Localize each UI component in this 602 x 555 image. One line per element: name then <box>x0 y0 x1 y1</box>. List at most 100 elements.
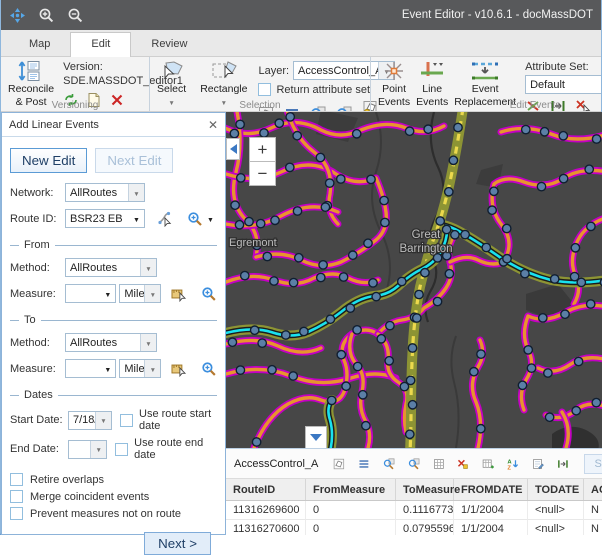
cell-todate[interactable]: <null> <box>528 501 584 520</box>
from-zoom-icon[interactable] <box>201 286 217 302</box>
table-pan-selected-icon[interactable] <box>408 456 420 472</box>
table-attributes-icon[interactable] <box>358 456 370 472</box>
chevron-down-icon[interactable] <box>140 259 156 276</box>
to-method-value: AllRoutes <box>66 337 140 349</box>
collapse-table-button[interactable] <box>305 426 327 448</box>
merge-coincident-events-label: Merge coincident events <box>30 491 149 503</box>
table-delete-selected-icon[interactable] <box>457 456 469 472</box>
cell-tomeasure[interactable]: 0.0795596 <box>396 520 454 535</box>
cell-routeid[interactable]: 11316269600 <box>226 501 306 520</box>
map-minor-road <box>451 336 458 448</box>
table-sort-icon[interactable]: A Z <box>507 456 519 472</box>
from-measure-on-map-icon[interactable] <box>171 286 187 302</box>
to-measure-combo[interactable] <box>65 359 116 378</box>
network-value: AllRoutes <box>66 187 128 199</box>
cell-ac[interactable]: N <box>584 520 602 535</box>
table-row[interactable]: 11316270600 0 0.0795596 1/1/2004 <null> … <box>226 520 602 535</box>
attribute-set-select[interactable]: Default <box>525 75 601 94</box>
select-label: Select <box>157 83 186 96</box>
next-button[interactable]: Next > <box>144 532 211 555</box>
table-row[interactable]: 11316269600 0 0.1116773 1/1/2004 <null> … <box>226 501 602 520</box>
return-attribute-set-checkbox[interactable] <box>258 83 271 96</box>
group-selection: Select Rectangle Layer: AccessControl_A <box>149 57 370 111</box>
from-method-select[interactable]: AllRoutes <box>65 258 157 277</box>
to-method-select[interactable]: AllRoutes <box>65 333 157 352</box>
column-header[interactable]: FROMDATE <box>454 479 528 500</box>
map-view[interactable]: Egremont Great Barrington + − <box>226 112 602 448</box>
close-icon[interactable]: ✕ <box>208 118 218 132</box>
chevron-down-icon[interactable] <box>144 285 160 302</box>
chevron-down-icon[interactable] <box>90 441 106 458</box>
cell-todate[interactable]: <null> <box>528 520 584 535</box>
retire-overlaps-checkbox[interactable] <box>10 473 23 486</box>
start-date-field[interactable]: 7/18/ <box>68 411 112 430</box>
collapse-panel-button[interactable] <box>226 138 240 160</box>
pan-icon[interactable] <box>9 7 26 24</box>
ribbon: Reconcile & Post Version: SDE.MASSDOT_ed… <box>1 57 601 112</box>
layer-label: Layer: <box>258 65 289 77</box>
table-toolbar: AccessControl_A A Z <box>226 449 602 479</box>
cell-routeid[interactable]: 11316270600 <box>226 520 306 535</box>
cell-fromdate[interactable]: 1/1/2004 <box>454 501 528 520</box>
chevron-down-icon[interactable] <box>129 210 144 227</box>
to-zoom-icon[interactable] <box>201 361 217 377</box>
chevron-down-icon[interactable] <box>144 360 160 377</box>
zoom-route-button[interactable] <box>187 211 214 227</box>
chevron-down-icon[interactable] <box>128 184 144 201</box>
to-measure-on-map-icon[interactable] <box>171 361 187 377</box>
table-add-row-icon[interactable] <box>482 456 494 472</box>
cell-frommeasure[interactable]: 0 <box>306 520 396 535</box>
cell-tomeasure[interactable]: 0.1116773 <box>396 501 454 520</box>
end-date-field[interactable] <box>68 440 107 459</box>
new-edit-button[interactable]: New Edit <box>10 148 87 173</box>
column-header[interactable]: AC <box>584 479 602 500</box>
column-header[interactable]: RouteID <box>226 479 306 500</box>
tab-edit[interactable]: Edit <box>70 32 131 57</box>
map-zoom-out-button[interactable]: − <box>249 161 276 186</box>
from-units-value: Miles <box>120 288 144 300</box>
column-header[interactable]: TODATE <box>528 479 584 500</box>
cell-fromdate[interactable]: 1/1/2004 <box>454 520 528 535</box>
chevron-down-icon <box>310 434 322 441</box>
chevron-down-icon[interactable] <box>140 334 156 351</box>
from-units-select[interactable]: Miles <box>119 284 161 303</box>
event-replacement-icon <box>470 60 500 82</box>
map-zoom-in-button[interactable]: + <box>249 137 276 162</box>
tab-review[interactable]: Review <box>131 33 207 56</box>
group-edit-events: Point Events Line Events Event Replaceme… <box>370 57 601 111</box>
cell-ac[interactable]: N <box>584 501 602 520</box>
chevron-down-icon[interactable] <box>100 360 115 377</box>
select-route-on-map-icon[interactable] <box>157 211 173 227</box>
save-button[interactable]: Sa <box>584 454 602 474</box>
to-units-select[interactable]: Miles <box>119 359 161 378</box>
to-method-label: Method: <box>10 337 65 349</box>
prevent-measures-checkbox[interactable] <box>10 507 23 520</box>
panel-title: Add Linear Events <box>9 119 99 131</box>
zoom-out-icon[interactable] <box>67 7 84 24</box>
from-measure-combo[interactable] <box>65 284 116 303</box>
window-title: Event Editor - v10.6.1 - docMassDOT <box>402 9 593 21</box>
chevron-down-icon[interactable] <box>100 285 115 302</box>
tab-map[interactable]: Map <box>9 33 70 56</box>
table-edit-note-icon[interactable] <box>532 456 544 472</box>
ribbon-tabs: Map Edit Review <box>1 30 601 57</box>
column-header[interactable]: FromMeasure <box>306 479 396 500</box>
reconcile-label-1: Reconcile <box>8 83 54 96</box>
network-select[interactable]: AllRoutes <box>65 183 145 202</box>
cell-frommeasure[interactable]: 0 <box>306 501 396 520</box>
table-grid-icon[interactable] <box>433 456 445 472</box>
use-route-start-date-checkbox[interactable] <box>120 414 133 427</box>
table-select-icon[interactable] <box>333 456 345 472</box>
zoom-in-icon[interactable] <box>38 7 55 24</box>
merge-coincident-events-checkbox[interactable] <box>10 490 23 503</box>
chevron-down-icon[interactable] <box>95 412 111 429</box>
add-linear-events-panel: Add Linear Events ✕ New Edit Next Edit N… <box>1 112 226 535</box>
use-route-end-date-checkbox[interactable] <box>115 443 128 456</box>
chevron-down-icon <box>207 213 214 225</box>
route-id-combo[interactable]: BSR23 EB <box>65 209 145 228</box>
next-edit-button[interactable]: Next Edit <box>95 148 173 173</box>
map-canvas[interactable]: Egremont Great Barrington <box>226 112 602 448</box>
table-extend-icon[interactable] <box>557 456 569 472</box>
table-zoom-selected-icon[interactable] <box>383 456 395 472</box>
column-header[interactable]: ToMeasure <box>396 479 454 500</box>
